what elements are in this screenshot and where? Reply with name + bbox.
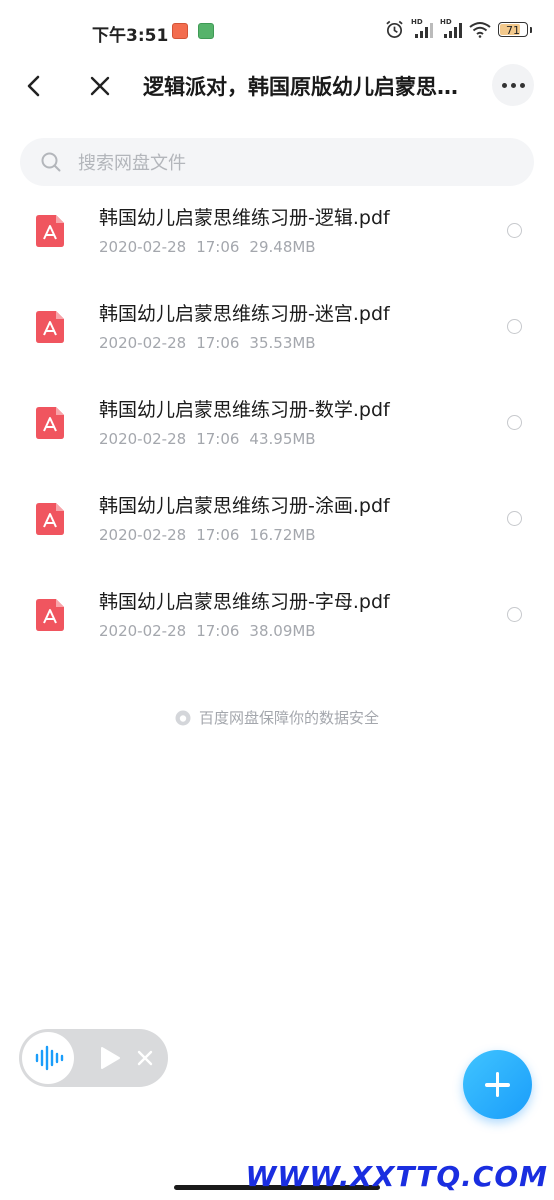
shield-icon: [175, 710, 191, 726]
play-icon[interactable]: [99, 1046, 121, 1070]
file-name: 韩国幼儿启蒙思维练习册-迷宫.pdf: [99, 303, 390, 325]
select-radio[interactable]: [507, 511, 522, 526]
wechat-icon: [198, 23, 214, 39]
file-size: 35.53MB: [249, 334, 316, 352]
file-size: 38.09MB: [249, 622, 316, 640]
security-note: 百度网盘保障你的数据安全: [0, 707, 554, 728]
signal-icon: HD: [411, 17, 433, 39]
pdf-icon: [36, 311, 64, 343]
file-meta: 2020-02-28 17:06 16.72MB: [99, 526, 316, 544]
search-input[interactable]: [76, 138, 510, 188]
file-size: 43.95MB: [249, 430, 316, 448]
file-meta: 2020-02-28 17:06 29.48MB: [99, 238, 316, 256]
file-name: 韩国幼儿启蒙思维练习册-字母.pdf: [99, 591, 390, 613]
status-time: 下午3:51: [92, 26, 169, 46]
network-label: HD: [411, 17, 423, 26]
file-time: 17:06: [196, 430, 240, 448]
pdf-icon: [36, 215, 64, 247]
notification-app-icon: [172, 23, 188, 39]
close-button[interactable]: [86, 72, 114, 100]
file-date: 2020-02-28: [99, 622, 187, 640]
search-icon: [41, 152, 61, 172]
file-name: 韩国幼儿启蒙思维练习册-逻辑.pdf: [99, 207, 390, 229]
file-meta: 2020-02-28 17:06 35.53MB: [99, 334, 316, 352]
file-time: 17:06: [196, 526, 240, 544]
pdf-icon: [36, 503, 64, 535]
file-row[interactable]: 韩国幼儿启蒙思维练习册-涂画.pdf 2020-02-28 17:06 16.72M…: [0, 471, 554, 567]
pdf-icon: [36, 599, 64, 631]
back-button[interactable]: [20, 72, 48, 100]
file-row[interactable]: 韩国幼儿启蒙思维练习册-字母.pdf 2020-02-28 17:06 38.09M…: [0, 567, 554, 663]
file-meta: 2020-02-28 17:06 43.95MB: [99, 430, 316, 448]
close-icon: [90, 76, 110, 96]
file-time: 17:06: [196, 622, 240, 640]
voice-waveform-button[interactable]: [22, 1032, 74, 1084]
watermark: WWW.XXTTQ.COM: [245, 1160, 548, 1193]
file-time: 17:06: [196, 238, 240, 256]
chevron-left-icon: [27, 75, 40, 97]
file-name: 韩国幼儿启蒙思维练习册-数学.pdf: [99, 399, 390, 421]
page-title: 逻辑派对，韩国原版幼儿启蒙思维练习册: [143, 75, 461, 99]
network-label: HD: [440, 17, 452, 26]
waveform-icon: [35, 1045, 64, 1071]
battery-level: 71: [506, 24, 520, 37]
file-date: 2020-02-28: [99, 334, 187, 352]
signal-icon: HD: [440, 17, 462, 39]
file-date: 2020-02-28: [99, 430, 187, 448]
file-list: 韩国幼儿启蒙思维练习册-逻辑.pdf 2020-02-28 17:06 29.48M…: [0, 183, 554, 663]
select-radio[interactable]: [507, 223, 522, 238]
file-size: 16.72MB: [249, 526, 316, 544]
search-bar[interactable]: [20, 138, 534, 188]
file-time: 17:06: [196, 334, 240, 352]
file-row[interactable]: 韩国幼儿启蒙思维练习册-数学.pdf 2020-02-28 17:06 43.95M…: [0, 375, 554, 471]
top-nav-bar: 逻辑派对，韩国原版幼儿启蒙思维练习册: [0, 58, 554, 114]
file-size: 29.48MB: [249, 238, 316, 256]
add-button[interactable]: [463, 1050, 532, 1119]
file-date: 2020-02-28: [99, 238, 187, 256]
pdf-icon: [36, 407, 64, 439]
file-name: 韩国幼儿启蒙思维练习册-涂画.pdf: [99, 495, 390, 517]
wifi-icon: [469, 22, 491, 38]
more-options-button[interactable]: [492, 64, 534, 106]
security-note-text: 百度网盘保障你的数据安全: [198, 709, 379, 727]
close-icon[interactable]: [136, 1049, 154, 1067]
file-row[interactable]: 韩国幼儿启蒙思维练习册-迷宫.pdf 2020-02-28 17:06 35.53M…: [0, 279, 554, 375]
audio-mini-player: [19, 1029, 168, 1087]
alarm-icon: [386, 20, 403, 38]
select-radio[interactable]: [507, 607, 522, 622]
file-row[interactable]: 韩国幼儿启蒙思维练习册-逻辑.pdf 2020-02-28 17:06 29.48M…: [0, 183, 554, 279]
select-radio[interactable]: [507, 319, 522, 334]
battery-icon: 71: [498, 22, 532, 37]
more-icon: [501, 82, 507, 88]
file-meta: 2020-02-28 17:06 38.09MB: [99, 622, 316, 640]
status-bar: 下午3:51 HD HD 71: [0, 0, 554, 62]
file-date: 2020-02-28: [99, 526, 187, 544]
select-radio[interactable]: [507, 415, 522, 430]
